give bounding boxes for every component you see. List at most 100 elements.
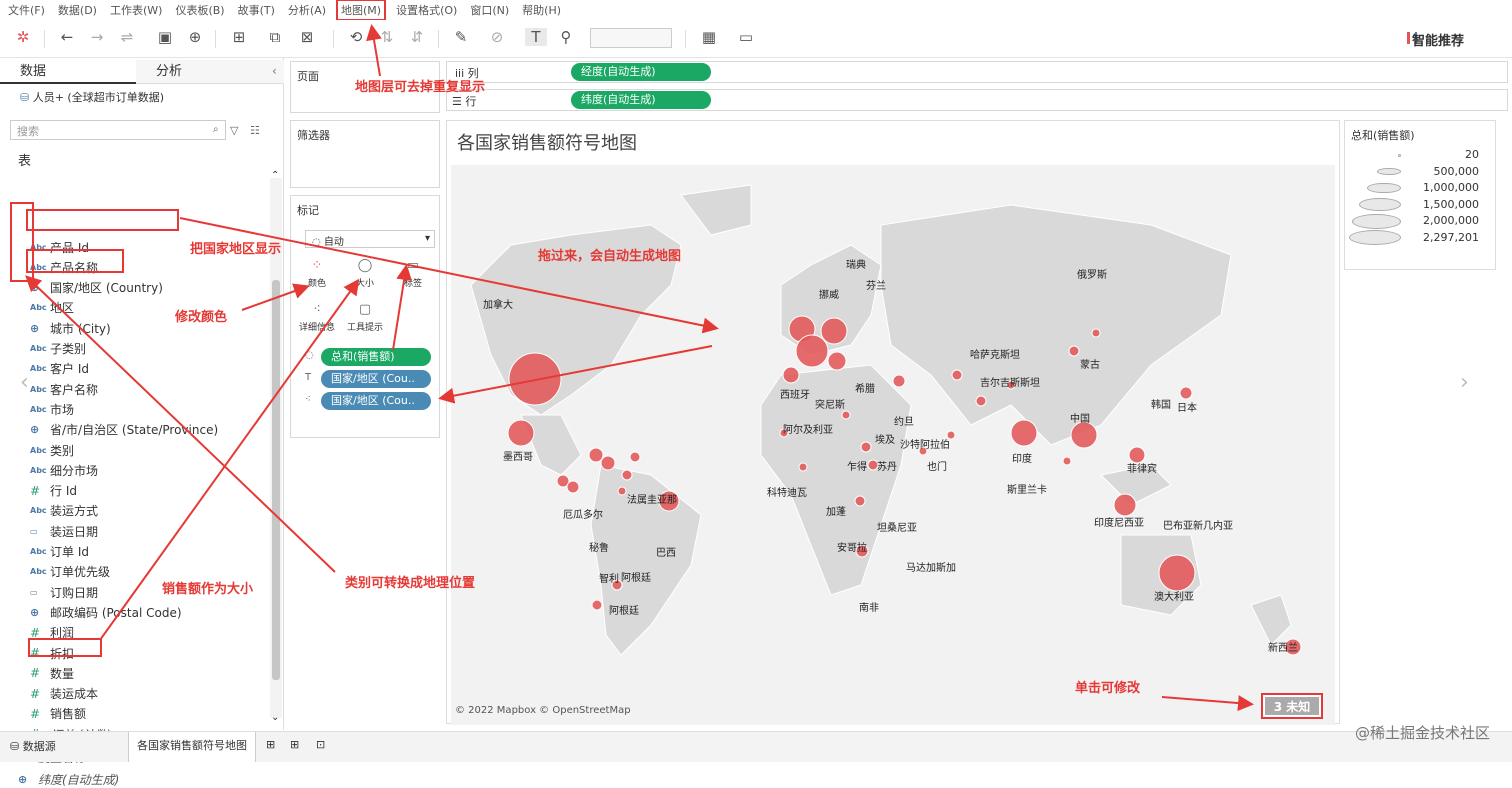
field-item[interactable]: # 数量 [30, 664, 74, 682]
new-dashboard-icon[interactable]: ⊞ [290, 738, 299, 751]
sales-bubble [600, 455, 616, 471]
legend-bubble [1398, 153, 1401, 157]
smart-recommend-button[interactable]: 智能推荐 [1412, 30, 1464, 49]
sales-bubble [951, 369, 963, 381]
detail-button[interactable]: ⁖ 详细信息 [295, 300, 339, 338]
marks-pill-country-detail[interactable]: 国家/地区 (Cou.. [321, 392, 431, 410]
field-item[interactable]: Abc 子类别 [30, 340, 86, 358]
country-label: 印度 [1012, 454, 1032, 465]
country-label: 巴布亚新几内亚 [1163, 521, 1233, 532]
field-item[interactable]: Abc 客户名称 [30, 380, 98, 398]
datasource-tab[interactable]: ⛁ 数据源 [10, 738, 56, 754]
menu-story[interactable]: 故事(T) [238, 2, 275, 18]
redo-icon[interactable]: → [86, 28, 108, 46]
save-icon[interactable]: ▣ [154, 28, 176, 46]
view-options-icon[interactable]: ☷ [250, 124, 260, 137]
size-button[interactable]: ◯ 大小 [343, 256, 387, 294]
field-scrollbar-thumb[interactable] [272, 280, 280, 680]
country-label: 厄瓜多尔 [563, 510, 603, 521]
scroll-down-icon[interactable]: ⌄ [271, 712, 279, 723]
annotation-drag-map: 拖过来，会自动生成地图 [538, 249, 682, 264]
field-item[interactable]: Abc 类别 [30, 441, 74, 459]
country-label: 突尼斯 [815, 400, 845, 411]
swap-icon[interactable]: ⇌ [116, 28, 138, 46]
collapse-pane-icon[interactable]: ‹ [272, 64, 277, 78]
sort-desc-icon[interactable]: ⇵ [406, 28, 428, 46]
pin-icon[interactable]: ⚲ [555, 28, 577, 46]
field-item[interactable]: ⊕ 省/市/自治区 (State/Province) [30, 421, 218, 439]
filter-icon[interactable]: ▽ [230, 124, 238, 137]
prev-arrow-icon[interactable]: ‹ [20, 370, 29, 395]
rows-pill-latitude[interactable]: 纬度(自动生成) [571, 91, 711, 109]
field-item[interactable]: Abc 客户 Id [30, 360, 89, 378]
field-item[interactable]: # 装运成本 [30, 685, 98, 703]
field-item[interactable]: # 行 Id [30, 482, 77, 500]
tab-analysis[interactable]: 分析 [136, 60, 284, 84]
country-label: 日本 [1177, 403, 1197, 414]
field-item[interactable]: Abc 地区 [30, 299, 74, 317]
menu-format[interactable]: 设置格式(O) [396, 2, 457, 18]
field-item[interactable]: Abc 装运方式 [30, 502, 98, 520]
tab-data[interactable]: 数据 [0, 60, 140, 84]
field-item[interactable]: Abc 细分市场 [30, 461, 98, 479]
field-item[interactable]: ⊕ 邮政编码 (Postal Code) [30, 603, 182, 621]
search-input[interactable]: 搜索 [10, 120, 226, 140]
field-item[interactable]: ⊕ 国家/地区 (Country) [30, 279, 163, 297]
menu-help[interactable]: 帮助(H) [522, 2, 561, 18]
menu-data[interactable]: 数据(D) [58, 2, 97, 18]
datasource-name[interactable]: ⛁ 人员+ (全球超市订单数据) [20, 89, 164, 105]
mark-type-dropdown[interactable]: ◌ 自动 ▾ [305, 230, 435, 248]
marks-pill-country-label[interactable]: 国家/地区 (Cou.. [321, 370, 431, 388]
color-button[interactable]: ⁘ 颜色 [295, 256, 339, 294]
tableau-logo-icon[interactable]: ✲ [12, 28, 34, 46]
duplicate-sheet-icon[interactable]: ⧉ [264, 28, 286, 46]
sheet-tab[interactable]: 各国家销售额符号地图 [128, 732, 256, 762]
sales-bubble [798, 462, 808, 472]
marks-pill-sales[interactable]: 总和(销售额) [321, 348, 431, 366]
legend-row: 2,000,000 [1345, 213, 1495, 229]
map-view[interactable]: 各国家销售额符号地图 © 2022 Mapbox © OpenStreetMap… [446, 120, 1340, 725]
label-button[interactable]: ▭ 标签 [391, 256, 435, 294]
menu-window[interactable]: 窗口(N) [470, 2, 509, 18]
show-me-icon[interactable]: ▦ [698, 28, 720, 46]
field-item[interactable]: ▭ 订购日期 [30, 583, 98, 601]
menu-worksheet[interactable]: 工作表(W) [110, 2, 162, 18]
field-item[interactable]: # 销售额 [30, 705, 86, 723]
group-icon[interactable]: ⊘ [486, 28, 508, 46]
unknown-locations-indicator[interactable]: 3 未知 [1261, 693, 1323, 719]
show-labels-icon[interactable]: T [525, 28, 547, 46]
rows-shelf[interactable]: ☰ 行 纬度(自动生成) [446, 89, 1508, 111]
new-worksheet-icon[interactable]: ⊞ [266, 738, 275, 751]
field-name: 邮政编码 (Postal Code) [50, 605, 182, 620]
clear-sheet-icon[interactable]: ⊠ [296, 28, 318, 46]
new-story-icon[interactable]: ⊡ [316, 738, 325, 751]
scroll-up-icon[interactable]: ⌃ [271, 170, 279, 181]
columns-pill-longitude[interactable]: 经度(自动生成) [571, 63, 711, 81]
highlight-icon[interactable]: ✎ [450, 28, 472, 46]
new-sheet-icon[interactable]: ⊞ [228, 28, 250, 46]
columns-shelf[interactable]: iii 列 经度(自动生成) [446, 61, 1508, 83]
field-item[interactable]: Abc 市场 [30, 400, 74, 418]
new-datasource-icon[interactable]: ⊕ [184, 28, 206, 46]
sales-bubble [591, 599, 603, 611]
swap-rows-columns-icon[interactable]: ⟲ [345, 28, 367, 46]
presentation-icon[interactable]: ▭ [735, 28, 757, 46]
menu-file[interactable]: 文件(F) [8, 2, 45, 18]
field-item[interactable]: ⊕ 城市 (City) [30, 319, 111, 337]
field-item[interactable]: ⊕ 纬度(自动生成) [18, 770, 119, 788]
sort-asc-icon[interactable]: ⇅ [376, 28, 398, 46]
menu-analysis[interactable]: 分析(A) [288, 2, 326, 18]
field-item[interactable]: Abc 订单优先级 [30, 563, 110, 581]
string-icon: Abc [30, 567, 47, 577]
country-label: 哈萨克斯坦 [970, 350, 1020, 361]
next-arrow-icon[interactable]: › [1460, 370, 1469, 395]
menu-dashboard[interactable]: 仪表板(B) [175, 2, 224, 18]
fit-dropdown[interactable] [590, 28, 672, 48]
undo-icon[interactable]: ← [56, 28, 78, 46]
menu-map[interactable]: 地图(M) [336, 0, 387, 21]
field-item[interactable]: ▭ 装运日期 [30, 522, 98, 540]
country-label: 智利 [599, 574, 619, 585]
filters-shelf[interactable]: 筛选器 [290, 120, 440, 188]
field-item[interactable]: Abc 订单 Id [30, 543, 89, 561]
tooltip-button[interactable]: ▢ 工具提示 [343, 300, 387, 338]
